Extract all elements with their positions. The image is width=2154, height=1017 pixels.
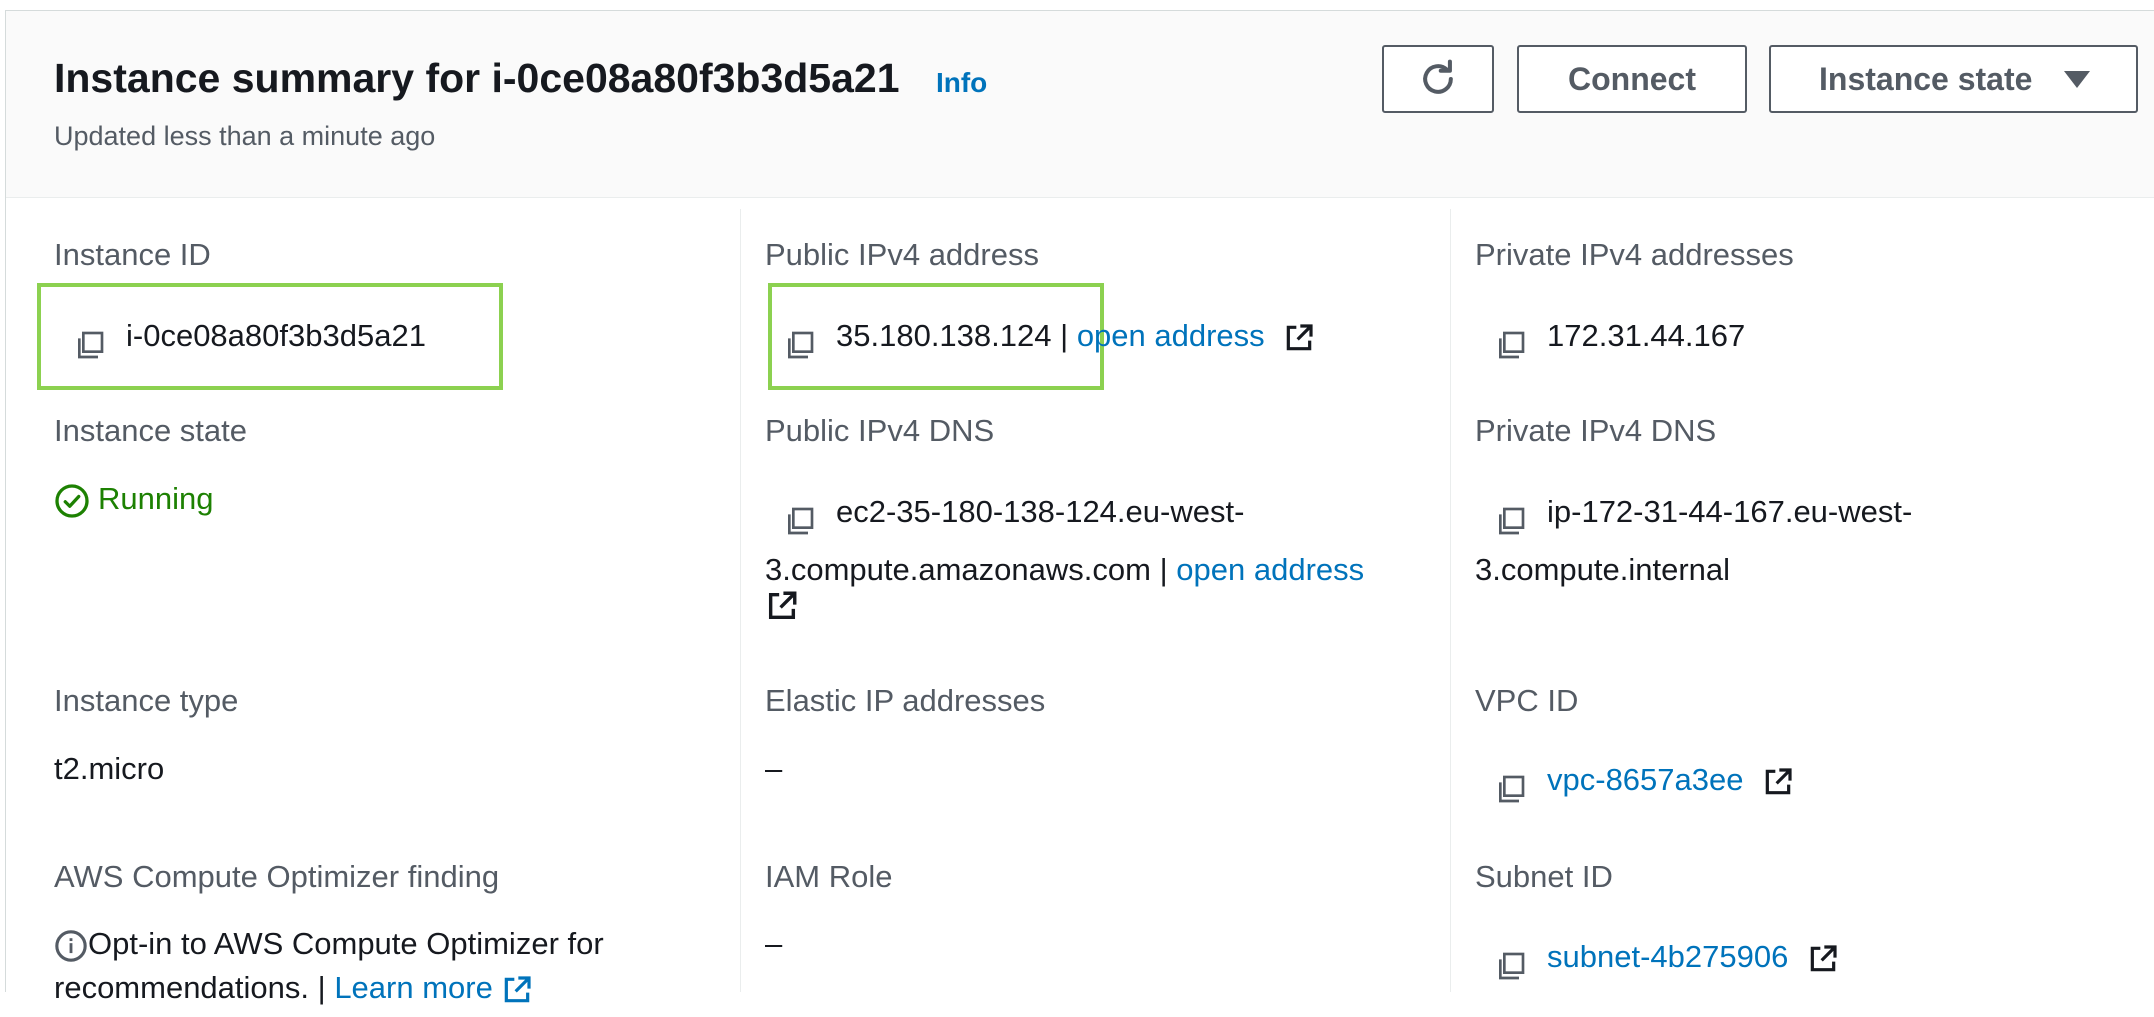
- external-link-icon[interactable]: [1283, 322, 1315, 354]
- learn-more-link[interactable]: Learn more: [334, 970, 493, 1005]
- copy-icon[interactable]: [1495, 498, 1527, 535]
- public-dns-label: Public IPv4 DNS: [765, 413, 995, 448]
- summary-header: Instance summary for i-0ce08a80f3b3d5a21…: [6, 11, 2154, 198]
- column-divider: [1450, 209, 1451, 992]
- copy-icon[interactable]: [1495, 766, 1527, 803]
- instance-state-value: Running: [98, 481, 214, 516]
- instance-id-label: Instance ID: [54, 237, 211, 272]
- private-dns-text1: ip-172-31-44-167.eu-west-: [1547, 494, 1913, 529]
- subnet-id-value: subnet-4b275906: [1495, 928, 1839, 986]
- public-dns-line1: ec2-35-180-138-124.eu-west-: [784, 483, 1244, 541]
- instance-state-label: Instance state: [54, 413, 248, 448]
- instance-type-label: Instance type: [54, 683, 239, 718]
- open-address-link[interactable]: open address: [1176, 552, 1364, 587]
- updated-status: Updated less than a minute ago: [54, 121, 436, 151]
- column-divider: [740, 209, 741, 992]
- status-badge: Running: [54, 481, 213, 519]
- public-dns-line2: 3.compute.amazonaws.com | open address: [765, 541, 1364, 599]
- optimizer-text-line2: recommendations. | Learn more: [54, 959, 533, 1017]
- instance-state-dropdown[interactable]: Instance state: [1769, 45, 2138, 113]
- elastic-ip-label: Elastic IP addresses: [765, 683, 1046, 718]
- private-dns-line2: 3.compute.internal: [1475, 552, 1731, 587]
- private-ipv4-value: 172.31.44.167: [1495, 307, 1745, 365]
- public-ipv4-label: Public IPv4 address: [765, 237, 1039, 272]
- separator: |: [1159, 552, 1168, 587]
- subnet-id-link[interactable]: subnet-4b275906: [1547, 939, 1788, 974]
- external-link-icon[interactable]: [1807, 943, 1839, 975]
- check-circle-icon: [55, 484, 89, 518]
- open-address-link[interactable]: open address: [1077, 318, 1265, 353]
- private-ipv4-text: 172.31.44.167: [1547, 318, 1746, 353]
- refresh-button[interactable]: [1382, 45, 1494, 113]
- iam-role-value: –: [765, 926, 783, 961]
- external-link-icon[interactable]: [501, 974, 533, 1006]
- caret-down-icon: [2064, 70, 2091, 88]
- optimizer-line1: Opt-in to AWS Compute Optimizer for: [88, 926, 604, 961]
- copy-icon[interactable]: [784, 322, 816, 359]
- optimizer-label: AWS Compute Optimizer finding: [54, 859, 500, 894]
- vpc-id-link[interactable]: vpc-8657a3ee: [1547, 762, 1744, 797]
- instance-id-value: i-0ce08a80f3b3d5a21: [74, 307, 426, 365]
- private-dns-line1: ip-172-31-44-167.eu-west-: [1495, 483, 1912, 541]
- public-dns-text2: 3.compute.amazonaws.com: [765, 552, 1151, 587]
- subnet-id-label: Subnet ID: [1475, 859, 1613, 894]
- public-ipv4-value: 35.180.138.124 | open address: [784, 307, 1315, 365]
- connect-button[interactable]: Connect: [1517, 45, 1747, 113]
- copy-icon[interactable]: [74, 322, 106, 359]
- instance-type-value: t2.micro: [54, 751, 165, 786]
- page-title: Instance summary for i-0ce08a80f3b3d5a21: [54, 55, 900, 101]
- copy-icon[interactable]: [1495, 322, 1527, 359]
- separator: |: [1060, 318, 1069, 353]
- instance-id-text: i-0ce08a80f3b3d5a21: [126, 318, 426, 353]
- info-link[interactable]: Info: [936, 67, 987, 98]
- iam-role-label: IAM Role: [765, 859, 893, 894]
- title-row: Instance summary for i-0ce08a80f3b3d5a21…: [54, 55, 987, 102]
- info-circle-icon: [55, 930, 87, 962]
- optimizer-line2: recommendations. |: [54, 970, 326, 1005]
- elastic-ip-value: –: [765, 751, 783, 786]
- instance-summary-panel: Instance summary for i-0ce08a80f3b3d5a21…: [5, 10, 2154, 1005]
- private-ipv4-label: Private IPv4 addresses: [1475, 237, 1794, 272]
- copy-icon[interactable]: [784, 498, 816, 535]
- copy-icon[interactable]: [1495, 943, 1527, 980]
- external-link-icon[interactable]: [765, 589, 799, 628]
- public-ipv4-text: 35.180.138.124: [836, 318, 1052, 353]
- external-link-icon[interactable]: [1762, 766, 1794, 798]
- instance-state-dropdown-label: Instance state: [1819, 60, 2033, 97]
- refresh-icon: [1423, 59, 1453, 94]
- private-dns-label: Private IPv4 DNS: [1475, 413, 1717, 448]
- vpc-id-label: VPC ID: [1475, 683, 1579, 718]
- vpc-id-value: vpc-8657a3ee: [1495, 751, 1794, 809]
- public-dns-text1: ec2-35-180-138-124.eu-west-: [836, 494, 1245, 529]
